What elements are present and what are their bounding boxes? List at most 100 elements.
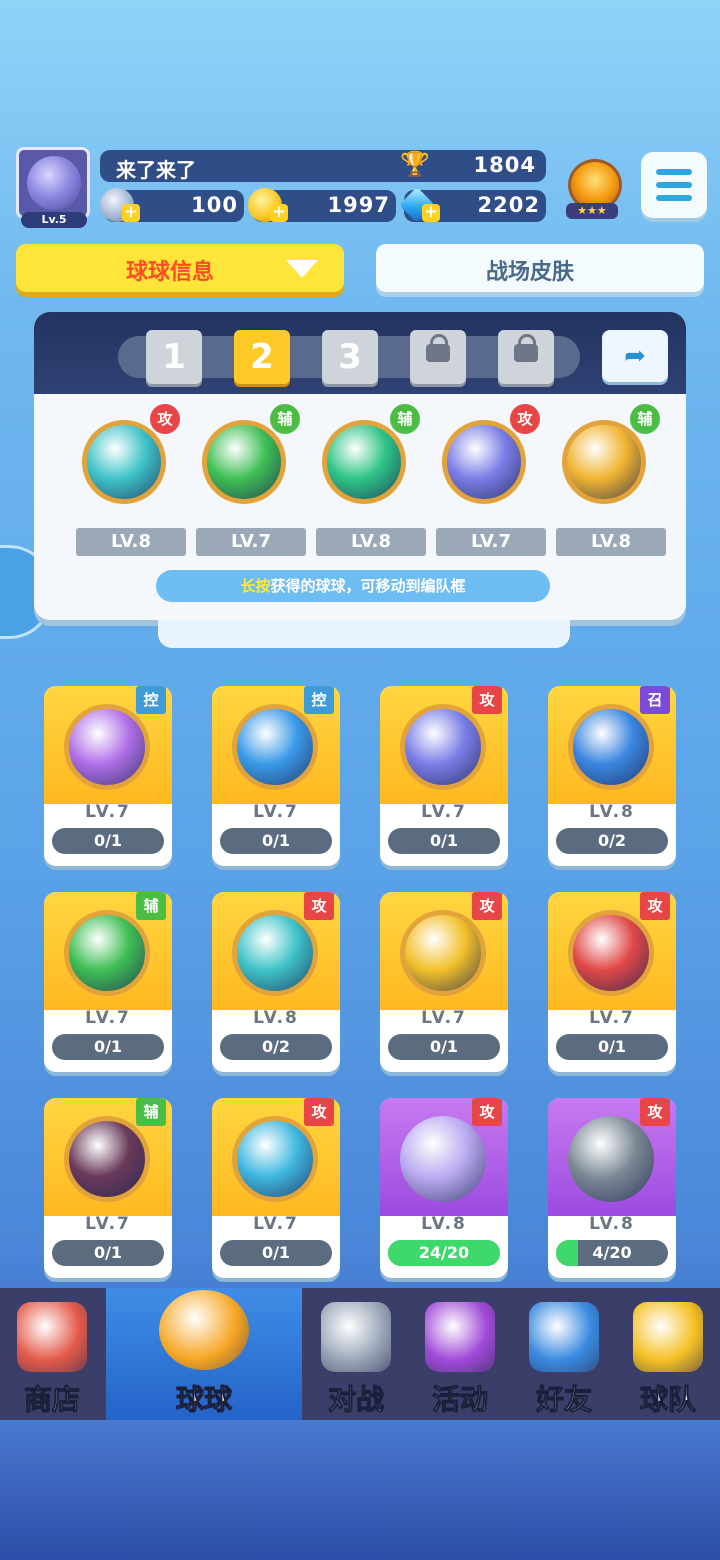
ball-icon	[442, 420, 526, 504]
gem-currency[interactable]: + 2202	[398, 186, 546, 224]
ball-card[interactable]: 攻 LV.8 0/2	[212, 892, 340, 1072]
ball-icon	[400, 1116, 486, 1202]
ball-card[interactable]: 辅 LV.7 0/1	[44, 1098, 172, 1278]
gold-currency[interactable]: + 1997	[248, 188, 396, 222]
player-level: Lv.5	[21, 212, 87, 228]
ball-level: LV.8	[253, 1008, 299, 1028]
player-info-bar[interactable]: 来了来了 🏆 1804	[100, 150, 546, 182]
progress-text: 24/20	[418, 1243, 470, 1262]
share-button[interactable]: ➦	[602, 330, 668, 382]
upgrade-progress-bar: 0/1	[556, 1034, 668, 1060]
ball-jar-icon	[159, 1290, 249, 1370]
bottom-nav: 商店 球球 对战 活动 好友 球队	[0, 1288, 720, 1420]
friends-book-icon	[529, 1302, 599, 1372]
nav-item[interactable]: 对战	[304, 1288, 408, 1420]
ball-icon	[568, 704, 654, 790]
menu-button[interactable]	[641, 152, 707, 218]
add-silver-icon[interactable]: +	[122, 204, 140, 222]
ball-card[interactable]: 控 LV.7 0/1	[212, 686, 340, 866]
tab-battle-skins[interactable]: 战场皮肤	[376, 244, 704, 292]
add-gold-icon[interactable]: +	[270, 204, 288, 222]
rank-badge[interactable]: ★★★	[562, 155, 622, 221]
crossed-swords-icon	[321, 1302, 391, 1372]
nav-item[interactable]: 球球	[106, 1288, 302, 1420]
dropdown-triangle-icon	[286, 260, 318, 278]
nav-item[interactable]: 活动	[408, 1288, 512, 1420]
trophy-count: 1804	[473, 153, 536, 177]
upgrade-progress-bar: 4/20	[556, 1240, 668, 1266]
squad-slot-3[interactable]: 3	[322, 330, 378, 384]
ball-icon	[64, 704, 150, 790]
ball-type-tag: 辅	[630, 404, 660, 434]
ball-level: LV.7	[85, 1214, 131, 1234]
ball-type-tag: 攻	[640, 892, 670, 920]
progress-text: 0/1	[429, 831, 459, 850]
upgrade-progress-bar: 24/20	[388, 1240, 500, 1266]
nav-item[interactable]: 好友	[512, 1288, 616, 1420]
ball-type-tag: 攻	[640, 1098, 670, 1126]
ball-icon	[232, 910, 318, 996]
ball-card[interactable]: 召 LV.8 0/2	[548, 686, 676, 866]
menu-icon-bar	[656, 182, 692, 188]
ball-level: LV.7	[253, 802, 299, 822]
progress-text: 0/1	[429, 1037, 459, 1056]
squad-slot-locked[interactable]	[498, 330, 554, 384]
ball-type-tag: 辅	[390, 404, 420, 434]
ball-level: LV.7	[436, 528, 546, 556]
nav-label: 球球	[175, 1383, 232, 1417]
progress-text: 0/1	[93, 831, 123, 850]
nav-label: 对战	[327, 1383, 384, 1417]
ball-type-tag: 召	[640, 686, 670, 714]
nav-item[interactable]: 球队	[616, 1288, 720, 1420]
upgrade-progress-bar: 0/1	[52, 828, 164, 854]
ball-card[interactable]: 攻 LV.8 4/20	[548, 1098, 676, 1278]
tab-battle-skins-label: 战场皮肤	[486, 260, 575, 285]
upgrade-progress-bar: 0/1	[388, 1034, 500, 1060]
ball-type-tag: 攻	[472, 1098, 502, 1126]
squad-slot-locked[interactable]	[410, 330, 466, 384]
ball-card[interactable]: 控 LV.7 0/1	[44, 686, 172, 866]
tab-ball-info[interactable]: 球球信息	[16, 244, 344, 292]
ball-type-tag: 攻	[304, 892, 334, 920]
progress-text: 0/1	[93, 1243, 123, 1262]
ball-type-tag: 控	[304, 686, 334, 714]
ball-icon	[400, 910, 486, 996]
nav-item[interactable]: 商店	[0, 1288, 104, 1420]
ball-card[interactable]: 攻 LV.7 0/1	[380, 686, 508, 866]
menu-icon-bar	[656, 195, 692, 201]
squad-slot-2[interactable]: 2	[234, 330, 290, 384]
add-gem-icon[interactable]: +	[422, 204, 440, 222]
avatar-ball-icon	[27, 156, 81, 210]
ball-level: LV.7	[589, 1008, 635, 1028]
upgrade-progress-bar: 0/1	[52, 1240, 164, 1266]
upgrade-progress-bar: 0/1	[52, 1034, 164, 1060]
squad-slot-1[interactable]: 1	[146, 330, 202, 384]
ball-type-tag: 攻	[304, 1098, 334, 1126]
squad-panel: 1 2 3 ➦ 攻 LV.8 辅 LV.7 辅 LV.8 攻 LV.7 辅 LV…	[34, 312, 686, 620]
menu-icon-bar	[656, 169, 692, 175]
progress-text: 0/1	[261, 831, 291, 850]
ball-level: LV.7	[421, 1008, 467, 1028]
ball-type-tag: 辅	[136, 892, 166, 920]
upgrade-progress-bar: 0/2	[220, 1034, 332, 1060]
progress-text: 0/1	[261, 1243, 291, 1262]
ball-level: LV.8	[556, 528, 666, 556]
share-icon: ➦	[624, 341, 646, 371]
ball-icon	[568, 1116, 654, 1202]
ball-icon	[82, 420, 166, 504]
ball-card[interactable]: 辅 LV.7 0/1	[44, 892, 172, 1072]
ball-card[interactable]: 攻 LV.7 0/1	[548, 892, 676, 1072]
ball-level: LV.7	[85, 802, 131, 822]
squad-hint: 长按获得的球球，可移动到编队框	[156, 570, 550, 602]
ball-card[interactable]: 攻 LV.8 24/20	[380, 1098, 508, 1278]
ball-type-tag: 攻	[510, 404, 540, 434]
ball-level: LV.8	[589, 1214, 635, 1234]
ball-card[interactable]: 攻 LV.7 0/1	[380, 892, 508, 1072]
player-avatar[interactable]: Lv.5	[16, 147, 90, 228]
progress-text: 0/1	[93, 1037, 123, 1056]
ball-card[interactable]: 攻 LV.7 0/1	[212, 1098, 340, 1278]
upgrade-progress-bar: 0/1	[220, 828, 332, 854]
upgrade-progress-bar: 0/1	[388, 828, 500, 854]
tab-ball-info-label: 球球信息	[126, 260, 215, 285]
silver-currency[interactable]: + 100	[100, 188, 244, 222]
